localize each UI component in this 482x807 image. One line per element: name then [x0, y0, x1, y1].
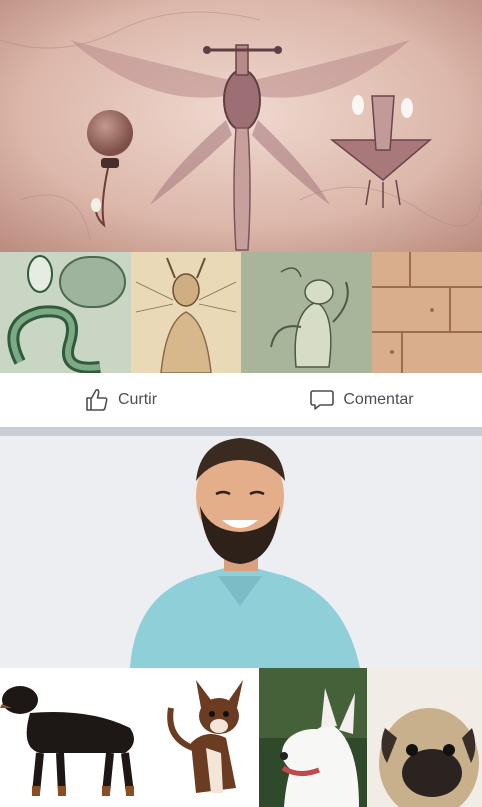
speech-bubble-icon — [309, 387, 335, 413]
post-image-smiling-man[interactable] — [0, 436, 482, 668]
post-image-cave-drawing[interactable] — [0, 0, 482, 252]
post-thumbnails-row — [0, 252, 482, 373]
thumbnail-frog-creature[interactable] — [241, 252, 372, 373]
thumbnail-pug[interactable] — [367, 668, 482, 807]
like-button[interactable]: Curtir — [0, 387, 241, 413]
thumbnail-serpent-sketch[interactable] — [0, 252, 131, 373]
post-divider — [0, 427, 482, 436]
feed-post-2 — [0, 436, 482, 807]
thumbnail-chihuahua[interactable] — [151, 668, 259, 807]
post-actions-bar: Curtir Comentar — [0, 373, 482, 427]
thumbnail-bull-terrier[interactable] — [259, 668, 367, 807]
feed-post-1: Curtir Comentar — [0, 0, 482, 427]
thumbs-up-icon — [84, 387, 110, 413]
comment-label: Comentar — [343, 391, 414, 408]
like-label: Curtir — [117, 391, 158, 408]
thumbnail-dachshund[interactable] — [0, 668, 151, 807]
thumbnail-antennae-humanoid[interactable] — [131, 252, 241, 373]
thumbnail-stone-tiles[interactable] — [372, 252, 482, 373]
comment-button[interactable]: Comentar — [241, 387, 482, 413]
post-thumbnails-row-2 — [0, 668, 482, 807]
